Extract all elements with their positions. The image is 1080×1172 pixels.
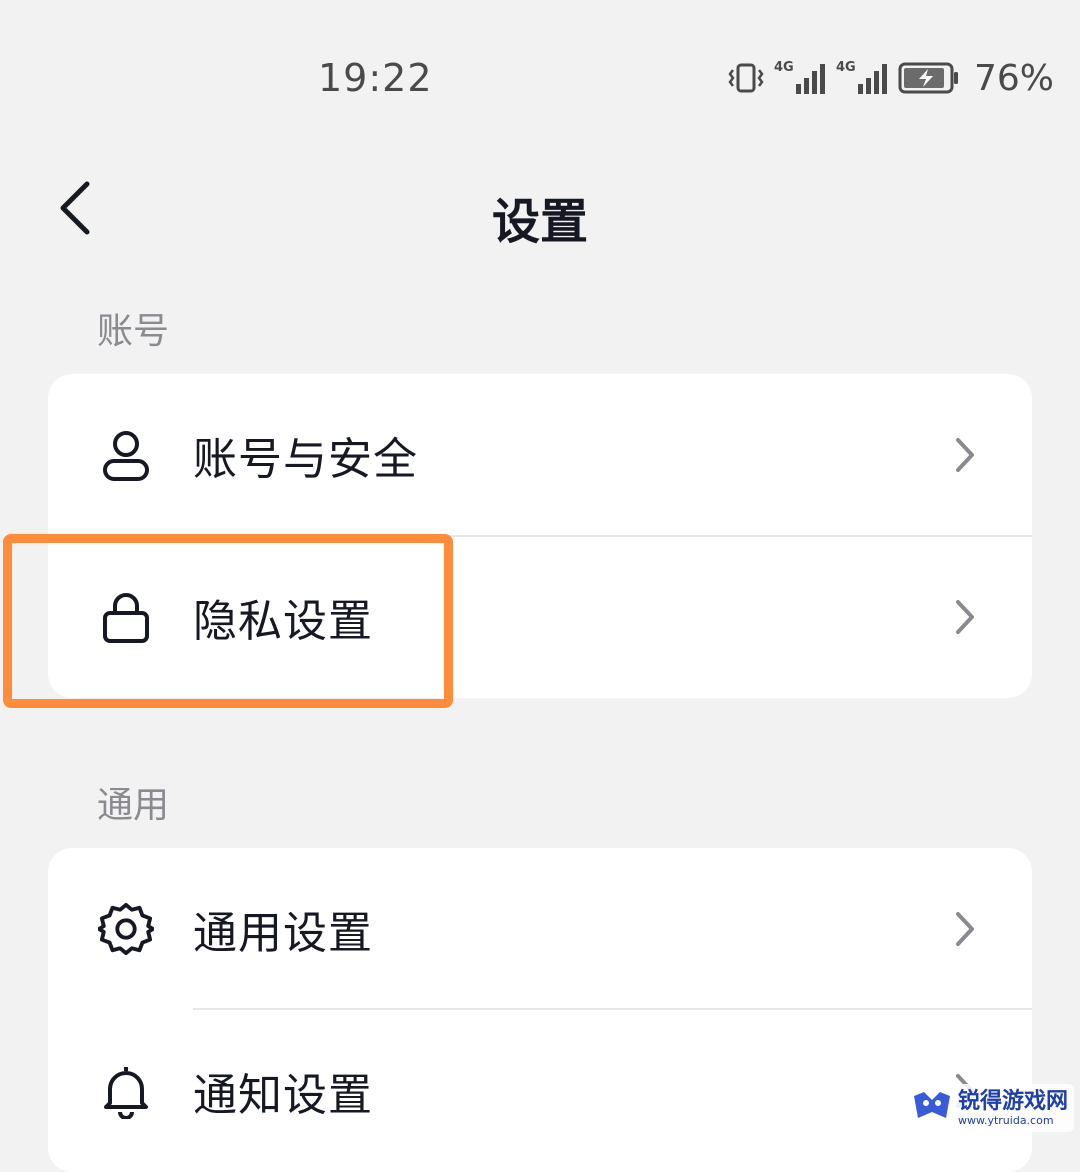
watermark-logo-icon [912,1090,952,1126]
signal-icon: 4G [774,60,826,96]
page-title: 设置 [491,194,588,250]
row-label: 通知设置 [193,1070,373,1121]
chevron-right-icon [950,909,980,949]
bell-icon [98,1063,154,1119]
section-label-general: 通用 [97,785,170,826]
general-settings-card: 通用设置 通知设置 [48,848,1032,1172]
battery-percent: 76% [974,57,1055,99]
section-label-account: 账号 [97,311,170,352]
vibrate-icon [728,61,764,95]
status-time: 19:22 [318,56,433,100]
gear-icon [98,901,154,957]
row-label: 隐私设置 [193,596,373,647]
row-label: 通用设置 [193,908,373,959]
chevron-right-icon [950,597,980,637]
notification-settings-row[interactable]: 通知设置 [48,1010,1032,1172]
battery-charging-icon [898,61,960,95]
chevron-right-icon [950,435,980,475]
watermark: 锐得游戏网 www.ytruida.com [905,1084,1074,1132]
user-icon [98,427,154,483]
lock-icon [98,589,154,645]
privacy-settings-row[interactable]: 隐私设置 [48,536,1032,698]
account-settings-card: 账号与安全 隐私设置 [48,374,1032,698]
general-settings-row[interactable]: 通用设置 [48,848,1032,1010]
nav-bar: 设置 [0,160,1080,260]
watermark-title: 锐得游戏网 [957,1088,1068,1114]
status-bar: 19:22 4G 4G 76% [0,0,1080,150]
account-security-row[interactable]: 账号与安全 [48,374,1032,536]
row-label: 账号与安全 [193,434,418,485]
signal-icon: 4G [836,60,888,96]
watermark-text: 锐得游戏网 www.ytruida.com [957,1088,1068,1127]
watermark-url: www.ytruida.com [957,1113,1054,1127]
status-icons: 4G 4G 76% [728,57,1055,99]
